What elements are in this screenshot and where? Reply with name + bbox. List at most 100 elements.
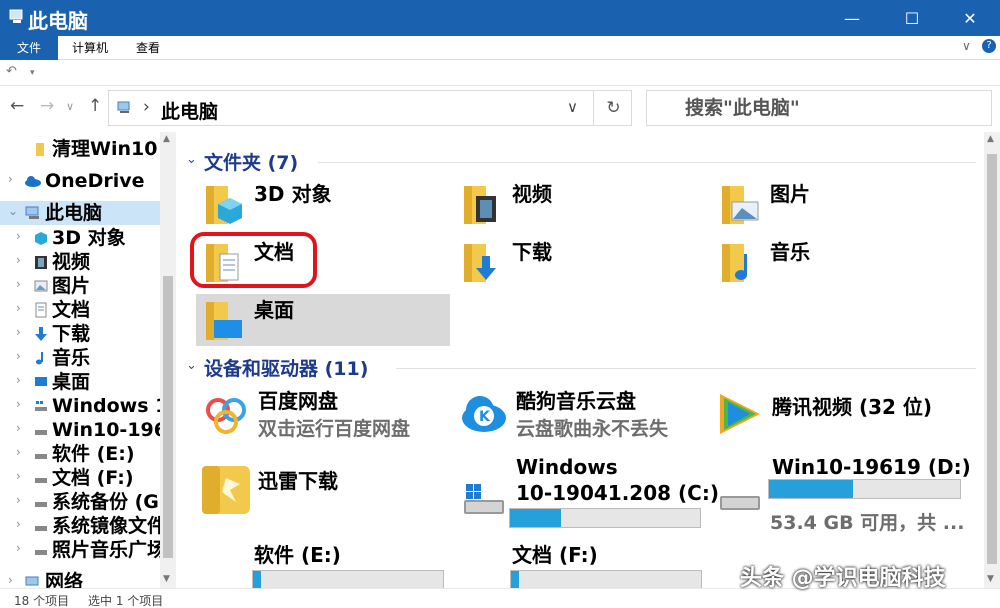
back-button[interactable]: ←: [10, 96, 24, 116]
watermark: 头条 @学识电脑科技: [740, 566, 946, 591]
music-note-icon: [36, 352, 43, 365]
forward-button[interactable]: →: [40, 96, 54, 116]
video-folder-icon: [464, 186, 496, 224]
folders-group-header[interactable]: ⌄ 文件夹 (7): [186, 150, 976, 176]
chevron-right-icon[interactable]: ›: [16, 349, 21, 363]
scroll-down-icon[interactable]: ▼: [987, 574, 994, 584]
drive-icon: [35, 454, 47, 459]
undo-icon[interactable]: ↶: [6, 64, 17, 79]
sidebar-item-drive-f[interactable]: › 文档 (F:): [0, 466, 160, 490]
sidebar-item-documents[interactable]: › 文档: [0, 298, 160, 322]
ribbon-tabs: 文件 计算机 查看 ∨ ?: [0, 36, 1000, 60]
folder-downloads[interactable]: 下载: [454, 236, 709, 288]
address-bar[interactable]: › 此电脑 ∨ ↻: [108, 90, 632, 126]
refresh-button[interactable]: ↻: [593, 91, 633, 125]
download-arrow-icon: [35, 327, 47, 341]
address-dropdown-icon[interactable]: ∨: [567, 98, 578, 116]
sidebar-item-drive-h[interactable]: › 系统镜像文件: [0, 514, 160, 538]
device-tencent-video[interactable]: 腾讯视频 (32 位): [714, 388, 969, 448]
chevron-right-icon[interactable]: ›: [16, 277, 21, 291]
chevron-right-icon[interactable]: ›: [16, 373, 21, 387]
chevron-right-icon[interactable]: ›: [16, 229, 21, 243]
film-icon: [35, 256, 47, 269]
chevron-right-icon[interactable]: ›: [16, 301, 21, 315]
folder-videos[interactable]: 视频: [454, 178, 709, 230]
drive-e-usage-bar: [252, 570, 444, 588]
devices-group-header[interactable]: ⌄ 设备和驱动器 (11): [186, 356, 976, 382]
drive-c-usage-bar: [509, 508, 701, 528]
maximize-button[interactable]: ☐: [882, 0, 942, 36]
minimize-button[interactable]: —: [822, 0, 882, 36]
folder-3d-objects[interactable]: 3D 对象: [196, 178, 451, 230]
chevron-right-icon[interactable]: ›: [16, 253, 21, 267]
chevron-right-icon[interactable]: ›: [8, 172, 13, 186]
sidebar-item-drive-i[interactable]: › 照片音乐广场: [0, 538, 160, 562]
sidebar-item-pictures[interactable]: › 图片: [0, 274, 160, 298]
scroll-down-icon[interactable]: ▼: [163, 574, 170, 584]
breadcrumb-separator: ›: [143, 97, 150, 117]
music-folder-icon: [722, 244, 747, 282]
customize-toolbar-icon[interactable]: ▾: [30, 68, 35, 78]
sidebar-scroll-thumb[interactable]: [163, 276, 173, 558]
sidebar-item-music[interactable]: › 音乐: [0, 346, 160, 370]
scroll-up-icon[interactable]: ▲: [987, 134, 994, 144]
folder-desktop[interactable]: 桌面: [196, 294, 450, 346]
chevron-right-icon[interactable]: ›: [16, 517, 21, 531]
chevron-right-icon[interactable]: ›: [16, 397, 21, 411]
chevron-right-icon[interactable]: ›: [16, 541, 21, 555]
sidebar-item-3d-objects[interactable]: › 3D 对象: [0, 226, 160, 250]
chevron-right-icon[interactable]: ›: [16, 445, 21, 459]
device-kugou-cloud[interactable]: K 酷狗音乐云盘 云盘歌曲永不丢失: [458, 388, 713, 448]
navigation-pane: 清理Win10 › OneDrive ⌄ 此电脑 › 3D 对象 › 视频 › …: [0, 132, 176, 588]
folder-pictures[interactable]: 图片: [712, 178, 967, 230]
sidebar-item-drive-g[interactable]: › 系统备份 (G: [0, 490, 160, 514]
scroll-up-icon[interactable]: ▲: [163, 134, 170, 144]
sidebar-item-cleanup-folder[interactable]: 清理Win10: [0, 137, 160, 161]
pictures-folder-icon: [722, 186, 759, 224]
cloud-icon: [25, 176, 41, 187]
drive-f-usage-bar: [510, 570, 702, 588]
sidebar-item-videos[interactable]: › 视频: [0, 250, 160, 274]
chevron-right-icon[interactable]: ›: [16, 325, 21, 339]
device-baidu-netdisk[interactable]: 百度网盘 双击运行百度网盘: [200, 388, 455, 448]
chevron-down-icon[interactable]: ⌄: [186, 358, 197, 373]
chevron-right-icon[interactable]: ›: [16, 493, 21, 507]
xunlei-icon: [202, 466, 250, 514]
chevron-down-icon[interactable]: ⌄: [8, 204, 18, 218]
folder-music[interactable]: 音乐: [712, 236, 967, 288]
chevron-right-icon[interactable]: ›: [8, 573, 13, 587]
sidebar-scrollbar[interactable]: ▲ ▼: [160, 132, 176, 588]
breadcrumb-this-pc[interactable]: 此电脑: [161, 97, 218, 124]
computer-icon: [9, 9, 23, 23]
tab-view[interactable]: 查看: [124, 36, 172, 60]
document-icon: [35, 302, 47, 318]
recent-locations-button[interactable]: ∨: [66, 100, 74, 113]
search-box: [646, 90, 992, 126]
help-button[interactable]: ?: [982, 39, 996, 53]
content-scroll-thumb[interactable]: [987, 154, 997, 564]
chevron-right-icon[interactable]: ›: [16, 421, 21, 435]
sidebar-item-drive-e[interactable]: › 软件 (E:): [0, 442, 160, 466]
chevron-down-icon[interactable]: ⌄: [186, 152, 197, 167]
drive-icon: [35, 502, 47, 507]
sidebar-item-downloads[interactable]: › 下载: [0, 322, 160, 346]
sidebar-item-desktop[interactable]: › 桌面: [0, 370, 160, 394]
kugou-icon: K: [462, 396, 506, 432]
sidebar-item-network[interactable]: › 网络: [0, 570, 160, 588]
search-input[interactable]: [647, 91, 991, 125]
chevron-right-icon[interactable]: ›: [16, 469, 21, 483]
content-scrollbar[interactable]: ▲ ▼: [984, 132, 1000, 588]
network-icon: [25, 576, 39, 586]
computer-icon: [117, 101, 130, 113]
ribbon-collapse-button[interactable]: ∨: [962, 39, 971, 53]
sidebar-item-drive-d[interactable]: › Win10-196: [0, 418, 160, 442]
device-xunlei[interactable]: 迅雷下载: [200, 464, 455, 524]
sidebar-item-onedrive[interactable]: › OneDrive: [0, 169, 160, 193]
sidebar-item-windows-drive[interactable]: › Windows 1: [0, 394, 160, 418]
close-button[interactable]: ✕: [940, 0, 1000, 36]
up-button[interactable]: ↑: [88, 96, 102, 116]
divider: [318, 162, 976, 163]
tab-computer[interactable]: 计算机: [62, 36, 118, 60]
tab-file[interactable]: 文件: [0, 36, 58, 60]
sidebar-item-this-pc[interactable]: ⌄ 此电脑: [0, 201, 160, 225]
